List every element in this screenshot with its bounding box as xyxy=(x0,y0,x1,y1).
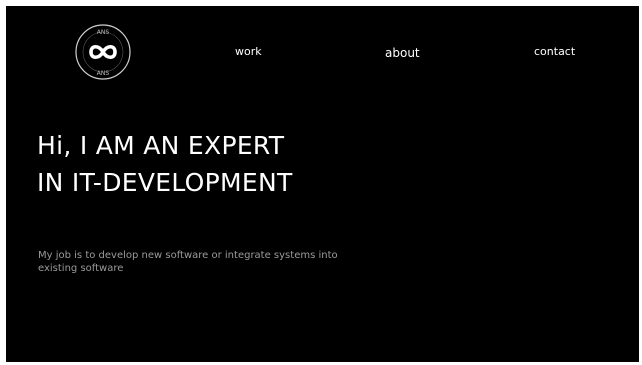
hero-title: Hi, I AM AN EXPERT IN IT-DEVELOPMENT xyxy=(37,127,293,201)
nav-about-link[interactable]: about xyxy=(385,46,420,60)
page: ANS ANS work about contact Hi, I AM AN E… xyxy=(6,6,639,362)
logo-link[interactable]: ANS ANS xyxy=(74,23,132,81)
hero-title-line1: Hi, I AM AN EXPERT xyxy=(37,131,285,160)
hero-subtitle: My job is to develop new software or int… xyxy=(38,250,338,274)
hero-title-line2: IN IT-DEVELOPMENT xyxy=(37,168,293,197)
logo-top-text: ANS xyxy=(97,29,110,36)
logo-bottom-text: ANS xyxy=(97,70,110,77)
nav-contact-link[interactable]: contact xyxy=(534,45,575,59)
logo-badge: ANS ANS xyxy=(75,24,131,80)
nav-work-link[interactable]: work xyxy=(235,45,262,59)
infinity-icon xyxy=(89,44,117,60)
